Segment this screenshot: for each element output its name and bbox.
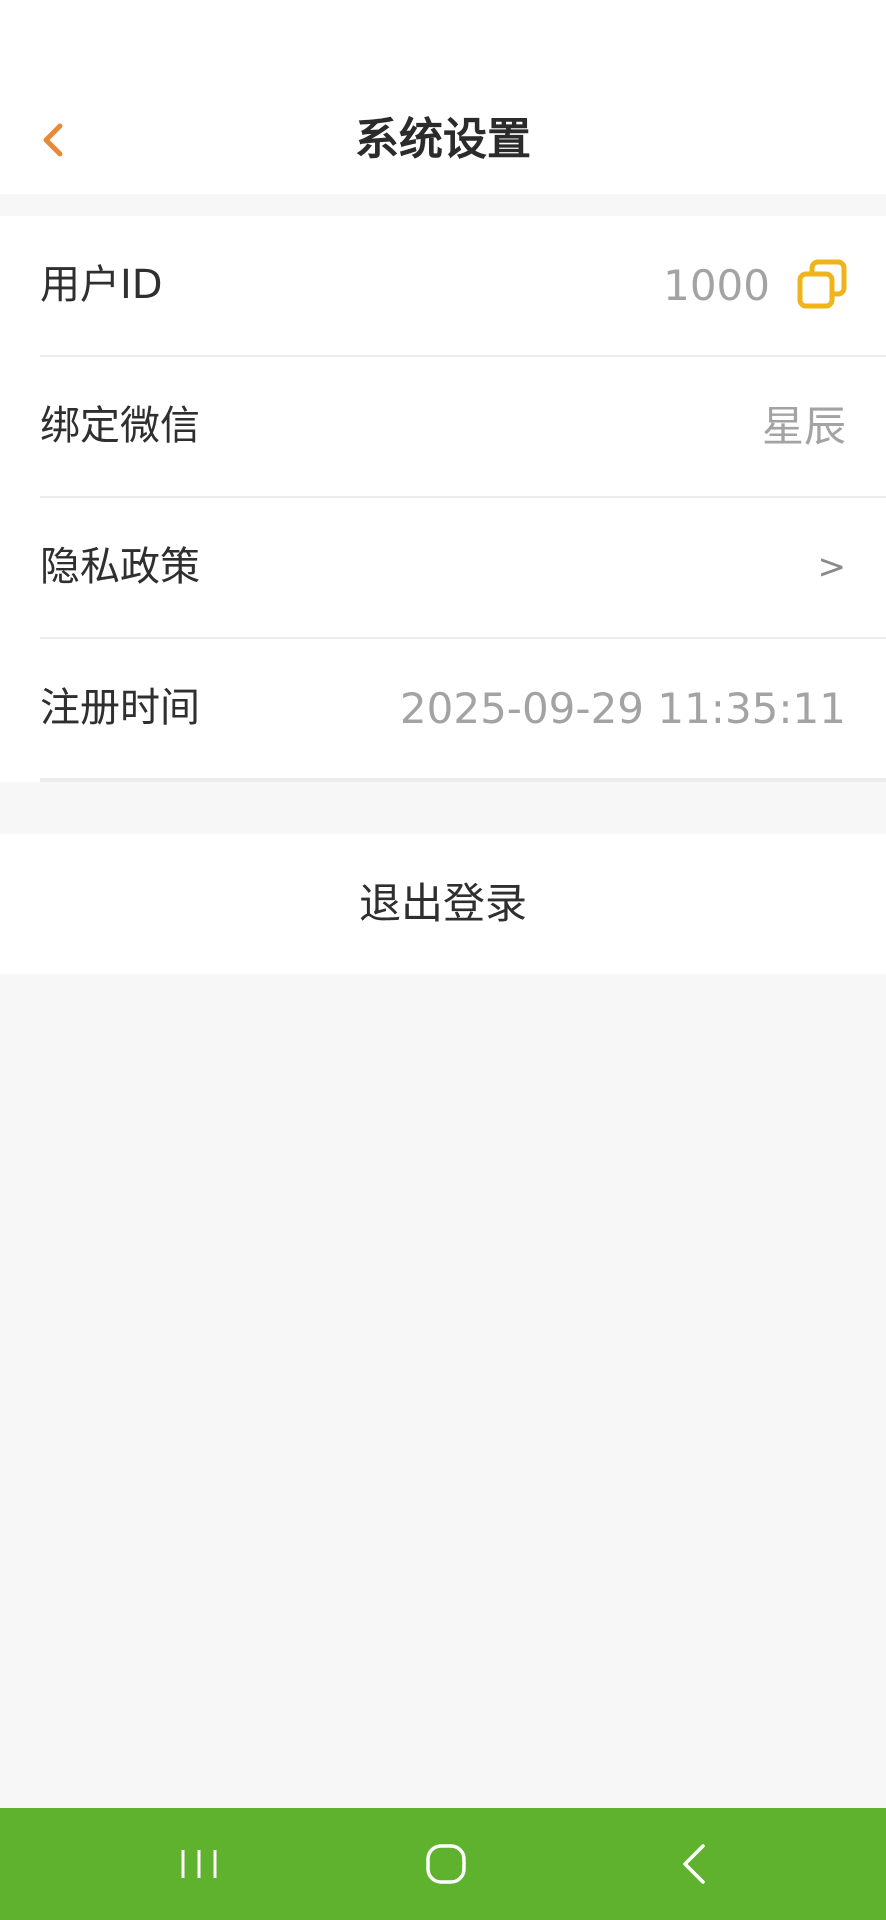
settings-list: 用户ID 1000 绑定微信 星辰 隐私政策 > 注册时间 2025-09-29… — [0, 216, 886, 782]
privacy-policy-label: 隐私政策 — [40, 544, 200, 590]
user-id-row: 用户ID 1000 — [40, 216, 886, 357]
register-time-value: 2025-09-29 11:35:11 — [399, 684, 846, 733]
system-navigation-bar — [0, 1808, 886, 1920]
page-title: 系统设置 — [355, 114, 531, 165]
chevron-right-icon: > — [817, 547, 847, 587]
logout-button[interactable]: 退出登录 — [0, 834, 886, 974]
wechat-binding-row[interactable]: 绑定微信 星辰 — [40, 357, 886, 498]
back-icon[interactable] — [663, 1832, 727, 1896]
user-id-label: 用户ID — [40, 262, 163, 308]
copy-icon[interactable] — [796, 258, 848, 310]
wechat-binding-label: 绑定微信 — [40, 403, 200, 449]
recent-apps-icon[interactable] — [167, 1832, 231, 1896]
user-id-value: 1000 — [663, 261, 770, 310]
register-time-label: 注册时间 — [40, 685, 200, 731]
logout-label: 退出登录 — [358, 879, 527, 928]
top-bar: 系统设置 — [0, 0, 886, 194]
privacy-policy-row[interactable]: 隐私政策 > — [40, 498, 886, 639]
home-icon[interactable] — [414, 1832, 478, 1896]
register-time-row: 注册时间 2025-09-29 11:35:11 — [40, 639, 886, 782]
wechat-binding-value: 星辰 — [761, 402, 846, 451]
